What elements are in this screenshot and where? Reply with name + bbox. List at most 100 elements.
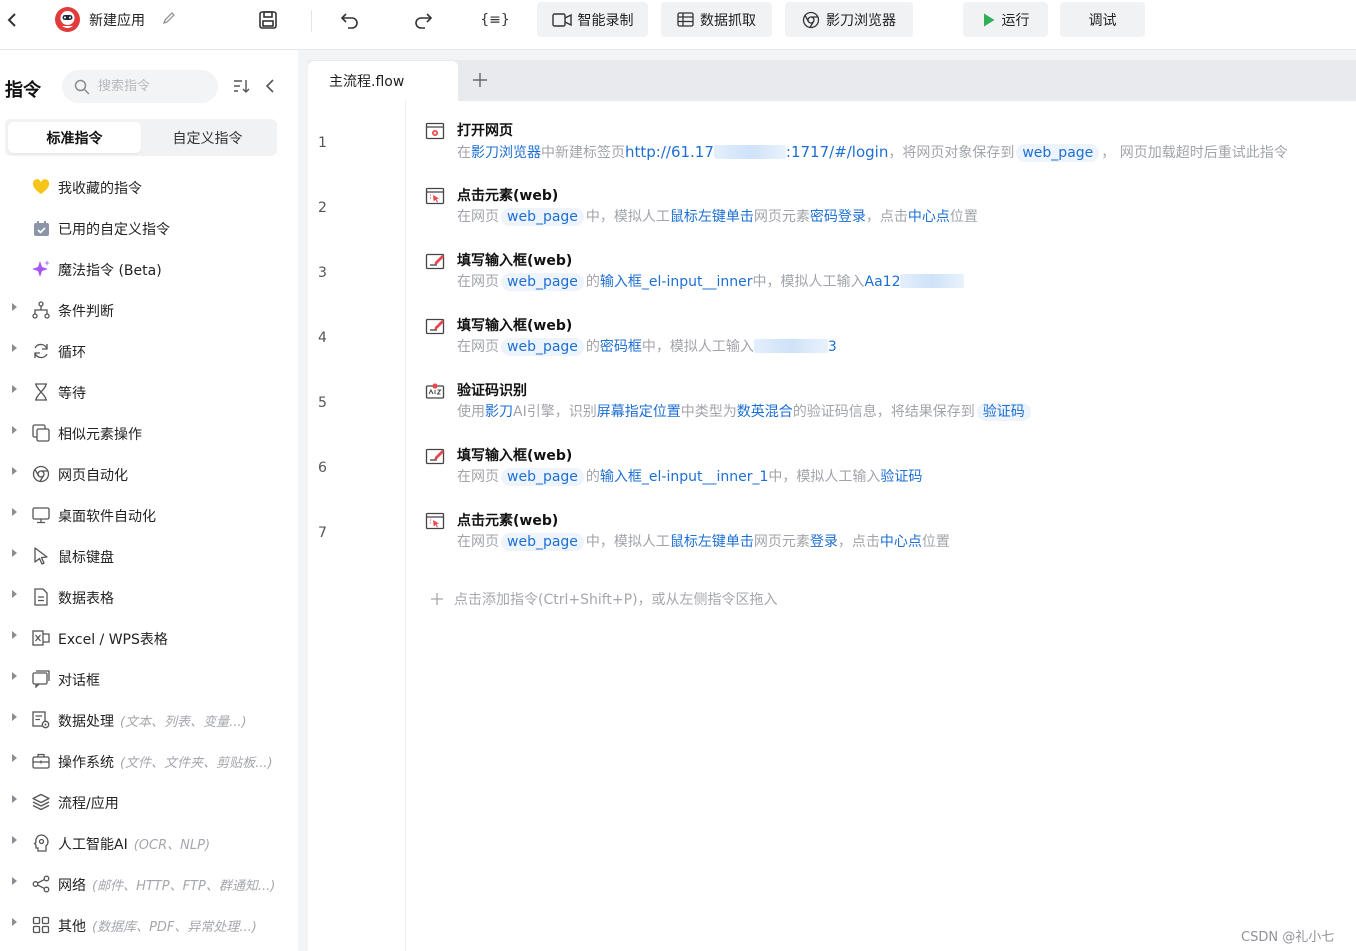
line-number: 5 <box>318 395 327 411</box>
step-description: 在网页 web_page 中，模拟人工鼠标左键单击网页元素登录，点击中心点位置 <box>457 533 950 551</box>
share-icon <box>31 874 51 894</box>
step-title: 填写输入框(web) <box>457 253 573 269</box>
sidebar-item-web-automation[interactable]: 网页自动化 <box>0 453 298 494</box>
search-box[interactable] <box>62 70 218 103</box>
line-number: 1 <box>318 135 327 151</box>
line-number: 2 <box>318 200 327 216</box>
step-description: 在网页 web_page 的密码框中，模拟人工输入 3 <box>457 338 837 356</box>
step-description: 在影刀浏览器中新建标签页http://61.17:1717/#/login，将网… <box>457 143 1288 162</box>
search-input[interactable] <box>98 79 208 94</box>
yingdao-browser-button[interactable]: 影刀浏览器 <box>785 2 913 37</box>
back-icon[interactable] <box>2 8 22 32</box>
expand-arrow-icon[interactable] <box>12 303 17 311</box>
sidebar-item-used-custom[interactable]: 已用的自定义指令 <box>0 207 298 248</box>
sidebar-item-magic[interactable]: 魔法指令 (Beta) <box>0 248 298 289</box>
undo-icon[interactable] <box>338 8 362 32</box>
yingdao-browser-label: 影刀浏览器 <box>826 12 896 29</box>
sidebar-item-name: 数据处理 <box>58 714 114 730</box>
sidebar-item-loop[interactable]: 循环 <box>0 330 298 371</box>
sidebar-item-name: 人工智能AI <box>58 837 128 853</box>
sidebar-item-flow-app[interactable]: 流程/应用 <box>0 781 298 822</box>
expand-arrow-icon[interactable] <box>12 549 17 557</box>
expand-arrow-icon[interactable] <box>12 590 17 598</box>
redo-icon[interactable] <box>411 8 435 32</box>
sidebar-item-wait[interactable]: 等待 <box>0 371 298 412</box>
variable-chip[interactable]: web_page <box>501 273 584 291</box>
sidebar-item-excel-wps[interactable]: Excel / WPS表格 <box>0 617 298 658</box>
add-command-hint[interactable]: 点击添加指令(Ctrl+Shift+P)，或从左侧指令区拖入 <box>430 589 778 609</box>
sort-icon[interactable] <box>232 76 252 96</box>
sidebar-item-operating-system[interactable]: 操作系统 (文件、文件夹、剪贴板...) <box>0 740 298 781</box>
expand-arrow-icon[interactable] <box>12 385 17 393</box>
sidebar-item-network[interactable]: 网络 (邮件、HTTP、FTP、群通知...) <box>0 863 298 904</box>
save-icon[interactable] <box>256 8 280 32</box>
variable-chip[interactable]: 验证码 <box>976 403 1031 421</box>
smart-record-button[interactable]: 智能录制 <box>537 2 648 37</box>
sidebar-item-mouse-keyboard[interactable]: 鼠标键盘 <box>0 535 298 576</box>
sidebar-item-hint: (文本、列表、变量...) <box>120 715 247 730</box>
step-title: 打开网页 <box>457 123 513 139</box>
sidebar-item-label: 数据处理 (文本、列表、变量...) <box>58 711 247 731</box>
variable-chip[interactable]: web_page <box>501 208 584 226</box>
sidebar-item-data-processing[interactable]: 数据处理 (文本、列表、变量...) <box>0 699 298 740</box>
expand-arrow-icon[interactable] <box>12 795 17 803</box>
play-icon <box>983 13 994 26</box>
sidebar-item-label: 操作系统 (文件、文件夹、剪贴板...) <box>58 752 273 772</box>
sidebar-item-label: 数据表格 <box>58 591 114 607</box>
loop-icon <box>31 341 51 361</box>
add-tab-icon[interactable] <box>468 68 492 92</box>
browser-icon <box>802 11 820 28</box>
edit-name-icon[interactable] <box>161 10 177 26</box>
editor-tab-bar: 主流程.flow <box>308 60 1356 101</box>
sidebar-item-data-table[interactable]: 数据表格 <box>0 576 298 617</box>
expand-arrow-icon[interactable] <box>12 713 17 721</box>
line-number-gutter: 1 2 3 4 5 6 7 <box>308 101 406 951</box>
sidebar-item-label: 循环 <box>58 345 86 361</box>
expand-arrow-icon[interactable] <box>12 508 17 516</box>
expand-arrow-icon[interactable] <box>12 426 17 434</box>
line-number: 6 <box>318 460 327 476</box>
excel-icon <box>31 628 51 648</box>
variable-chip[interactable]: web_page <box>1016 144 1100 162</box>
sidebar-item-label: 其他 (数据库、PDF、异常处理...) <box>58 916 257 936</box>
expand-arrow-icon[interactable] <box>12 344 17 352</box>
sidebar-item-label: 条件判断 <box>58 304 114 320</box>
run-button[interactable]: 运行 <box>963 2 1048 37</box>
variable-chip[interactable]: web_page <box>501 533 584 551</box>
sidebar-item-label: 网页自动化 <box>58 468 128 484</box>
tab-standard-commands[interactable]: 标准指令 <box>8 122 141 153</box>
sidebar-item-dialog[interactable]: 对话框 <box>0 658 298 699</box>
expand-arrow-icon[interactable] <box>12 754 17 762</box>
variable-chip[interactable]: web_page <box>501 468 584 486</box>
debug-button[interactable]: 调试 <box>1060 2 1145 37</box>
copy-icon <box>31 423 51 443</box>
sidebar-item-label: 流程/应用 <box>58 796 119 812</box>
expand-arrow-icon[interactable] <box>12 631 17 639</box>
sidebar-item-hint: (OCR、NLP) <box>133 838 211 853</box>
sidebar-item-ai[interactable]: 人工智能AI (OCR、NLP) <box>0 822 298 863</box>
sidebar-item-label: 人工智能AI (OCR、NLP) <box>58 834 210 854</box>
tab-main-flow[interactable]: 主流程.flow <box>308 61 458 101</box>
sidebar-item-similar-elements[interactable]: 相似元素操作 <box>0 412 298 453</box>
collapse-sidebar-icon[interactable] <box>262 76 278 96</box>
app-name: 新建应用 <box>89 13 145 29</box>
code-view-icon[interactable]: {≡} <box>480 8 510 32</box>
sidebar-item-desktop-automation[interactable]: 桌面软件自动化 <box>0 494 298 535</box>
expand-arrow-icon[interactable] <box>12 467 17 475</box>
data-scrape-button[interactable]: 数据抓取 <box>661 2 772 37</box>
line-number: 7 <box>318 525 327 541</box>
tab-custom-commands[interactable]: 自定义指令 <box>141 122 274 153</box>
captcha-icon <box>425 382 445 400</box>
variable-chip[interactable]: web_page <box>501 338 584 356</box>
sidebar-item-name: 网络 <box>58 878 86 894</box>
expand-arrow-icon[interactable] <box>12 918 17 926</box>
expand-arrow-icon[interactable] <box>12 877 17 885</box>
sidebar-item-favorites[interactable]: 我收藏的指令 <box>0 166 298 207</box>
sidebar-item-condition[interactable]: 条件判断 <box>0 289 298 330</box>
sidebar-item-hint: (邮件、HTTP、FTP、群通知...) <box>92 879 276 894</box>
expand-arrow-icon[interactable] <box>12 836 17 844</box>
expand-arrow-icon[interactable] <box>12 672 17 680</box>
sidebar-item-other[interactable]: 其他 (数据库、PDF、异常处理...) <box>0 904 298 945</box>
sidebar-item-label: 等待 <box>58 386 86 402</box>
sidebar-item-label: 桌面软件自动化 <box>58 509 156 525</box>
